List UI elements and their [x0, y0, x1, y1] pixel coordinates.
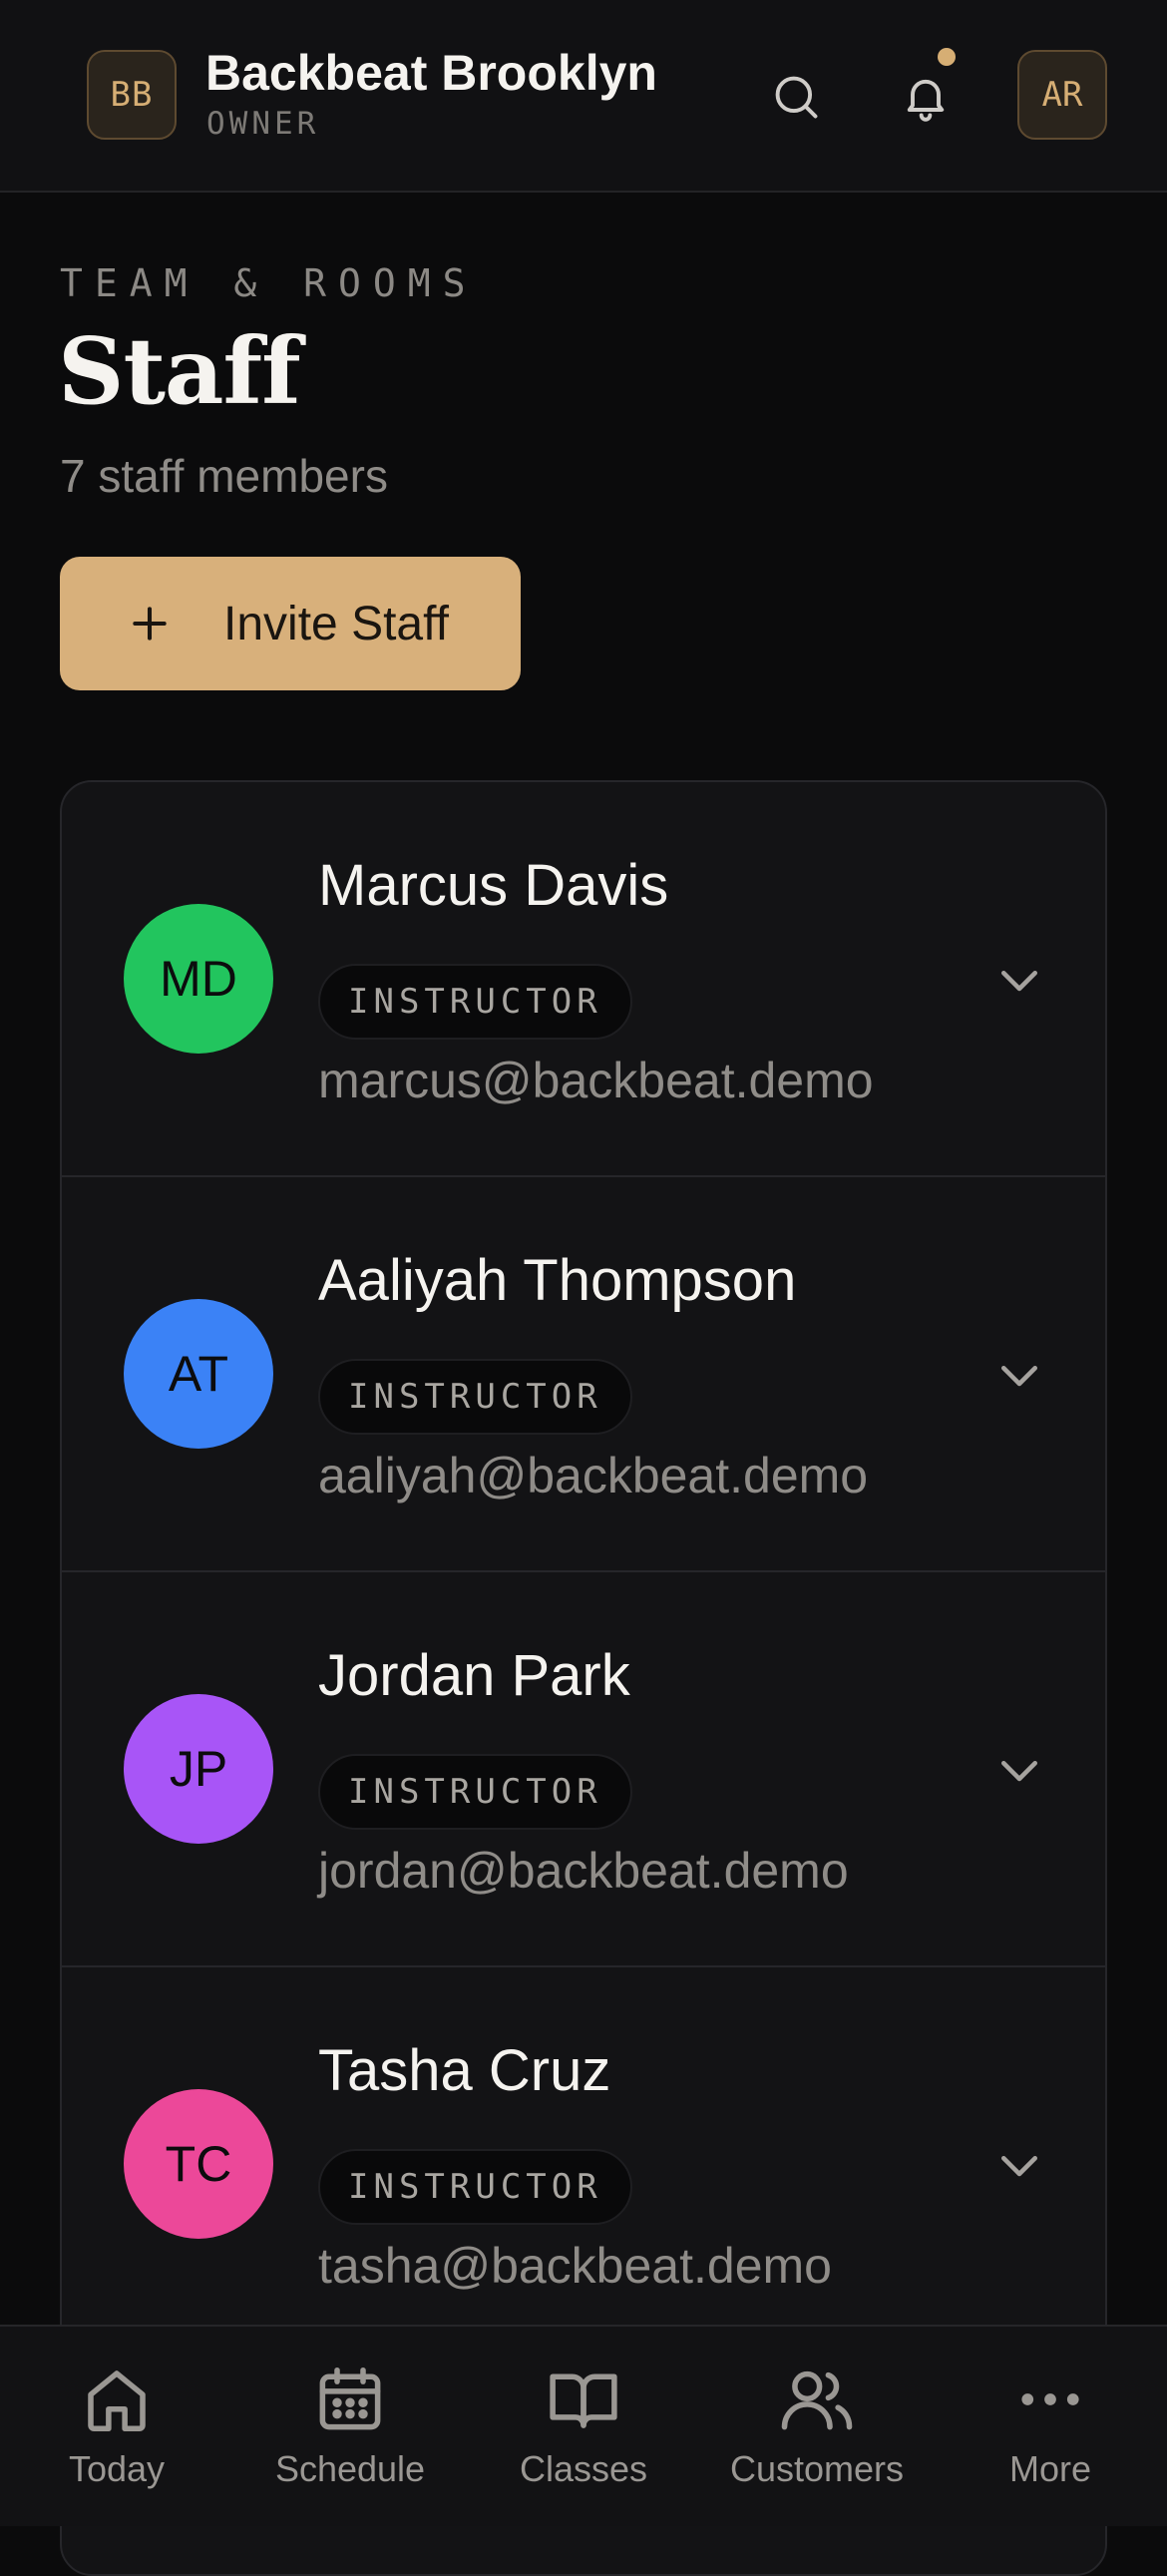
staff-initials: MD [160, 951, 237, 1007]
top-bar: BB Backbeat Brooklyn OWNER AR [0, 0, 1167, 193]
search-icon [775, 76, 818, 119]
page-title: Staff [58, 317, 301, 425]
studio-badge[interactable]: BB [87, 50, 177, 140]
nav-label: Today [68, 2448, 166, 2489]
notifications-button[interactable] [886, 57, 966, 137]
chevron-down-icon [1001, 1366, 1037, 1387]
staff-name: Tasha Cruz [318, 2038, 611, 2103]
staff-initials: JP [169, 1741, 228, 1797]
nav-label: Customers [729, 2448, 905, 2489]
search-button[interactable] [756, 57, 836, 137]
home-icon [74, 2357, 160, 2442]
role-label: INSTRUCTOR [348, 1772, 602, 1812]
user-avatar-button[interactable]: AR [1017, 50, 1107, 140]
expand-button[interactable] [979, 940, 1059, 1020]
calendar-icon [307, 2357, 393, 2442]
nav-label: Schedule [274, 2448, 426, 2489]
staff-initials: AT [168, 1346, 229, 1402]
nav-label: Classes [519, 2448, 648, 2489]
more-icon [1007, 2357, 1093, 2442]
role-label: INSTRUCTOR [348, 982, 602, 1022]
section-eyebrow: TEAM & ROOMS [60, 261, 478, 305]
notification-dot [938, 48, 956, 66]
role-badge: INSTRUCTOR [318, 1359, 632, 1435]
staff-avatar: TC [124, 2089, 273, 2239]
bottom-nav: Today Schedule Classes Customers More [0, 2325, 1167, 2526]
staff-row[interactable]: AT Aaliyah Thompson INSTRUCTOR aaliyah@b… [62, 1177, 1105, 1572]
staff-email: marcus@backbeat.demo [318, 1053, 874, 1108]
nav-label: More [1008, 2448, 1092, 2489]
studio-role: OWNER [206, 106, 320, 142]
plus-icon [128, 602, 172, 645]
staff-initials: TC [165, 2136, 232, 2192]
staff-avatar: MD [124, 904, 273, 1054]
role-label: INSTRUCTOR [348, 1377, 602, 1417]
nav-item-customers[interactable]: Customers [700, 2357, 934, 2490]
user-initials: AR [1041, 75, 1083, 115]
chevron-down-icon [1001, 971, 1037, 992]
staff-email: jordan@backbeat.demo [318, 1843, 849, 1899]
bell-icon [907, 79, 945, 122]
invite-staff-label: Invite Staff [223, 597, 449, 650]
expand-button[interactable] [979, 1730, 1059, 1810]
nav-item-more[interactable]: More [934, 2357, 1167, 2490]
expand-button[interactable] [979, 1335, 1059, 1415]
expand-button[interactable] [979, 2125, 1059, 2205]
book-icon [541, 2357, 626, 2442]
nav-item-classes[interactable]: Classes [467, 2357, 700, 2490]
staff-name: Aaliyah Thompson [318, 1248, 797, 1313]
staff-email: aaliyah@backbeat.demo [318, 1448, 869, 1503]
role-label: INSTRUCTOR [348, 2167, 602, 2207]
staff-avatar: JP [124, 1694, 273, 1844]
chevron-down-icon [1001, 2156, 1037, 2177]
staff-row[interactable]: TC Tasha Cruz INSTRUCTOR tasha@backbeat.… [62, 1967, 1105, 2362]
staff-name: Marcus Davis [318, 853, 669, 918]
staff-list: MD Marcus Davis INSTRUCTOR marcus@backbe… [60, 780, 1107, 2576]
role-badge: INSTRUCTOR [318, 964, 632, 1040]
staff-avatar: AT [124, 1299, 273, 1449]
studio-name[interactable]: Backbeat Brooklyn [205, 44, 657, 102]
staff-count: 7 staff members [60, 450, 388, 502]
role-badge: INSTRUCTOR [318, 1754, 632, 1830]
nav-item-schedule[interactable]: Schedule [233, 2357, 467, 2490]
role-badge: INSTRUCTOR [318, 2149, 632, 2225]
studio-initials: BB [110, 75, 154, 115]
staff-name: Jordan Park [318, 1643, 630, 1708]
invite-staff-button[interactable]: Invite Staff [60, 557, 521, 690]
staff-email: tasha@backbeat.demo [318, 2238, 832, 2294]
staff-row[interactable]: JP Jordan Park INSTRUCTOR jordan@backbea… [62, 1572, 1105, 1967]
chevron-down-icon [1001, 1761, 1037, 1782]
users-icon [774, 2357, 860, 2442]
staff-row[interactable]: MD Marcus Davis INSTRUCTOR marcus@backbe… [62, 782, 1105, 1177]
nav-item-today[interactable]: Today [0, 2357, 233, 2490]
